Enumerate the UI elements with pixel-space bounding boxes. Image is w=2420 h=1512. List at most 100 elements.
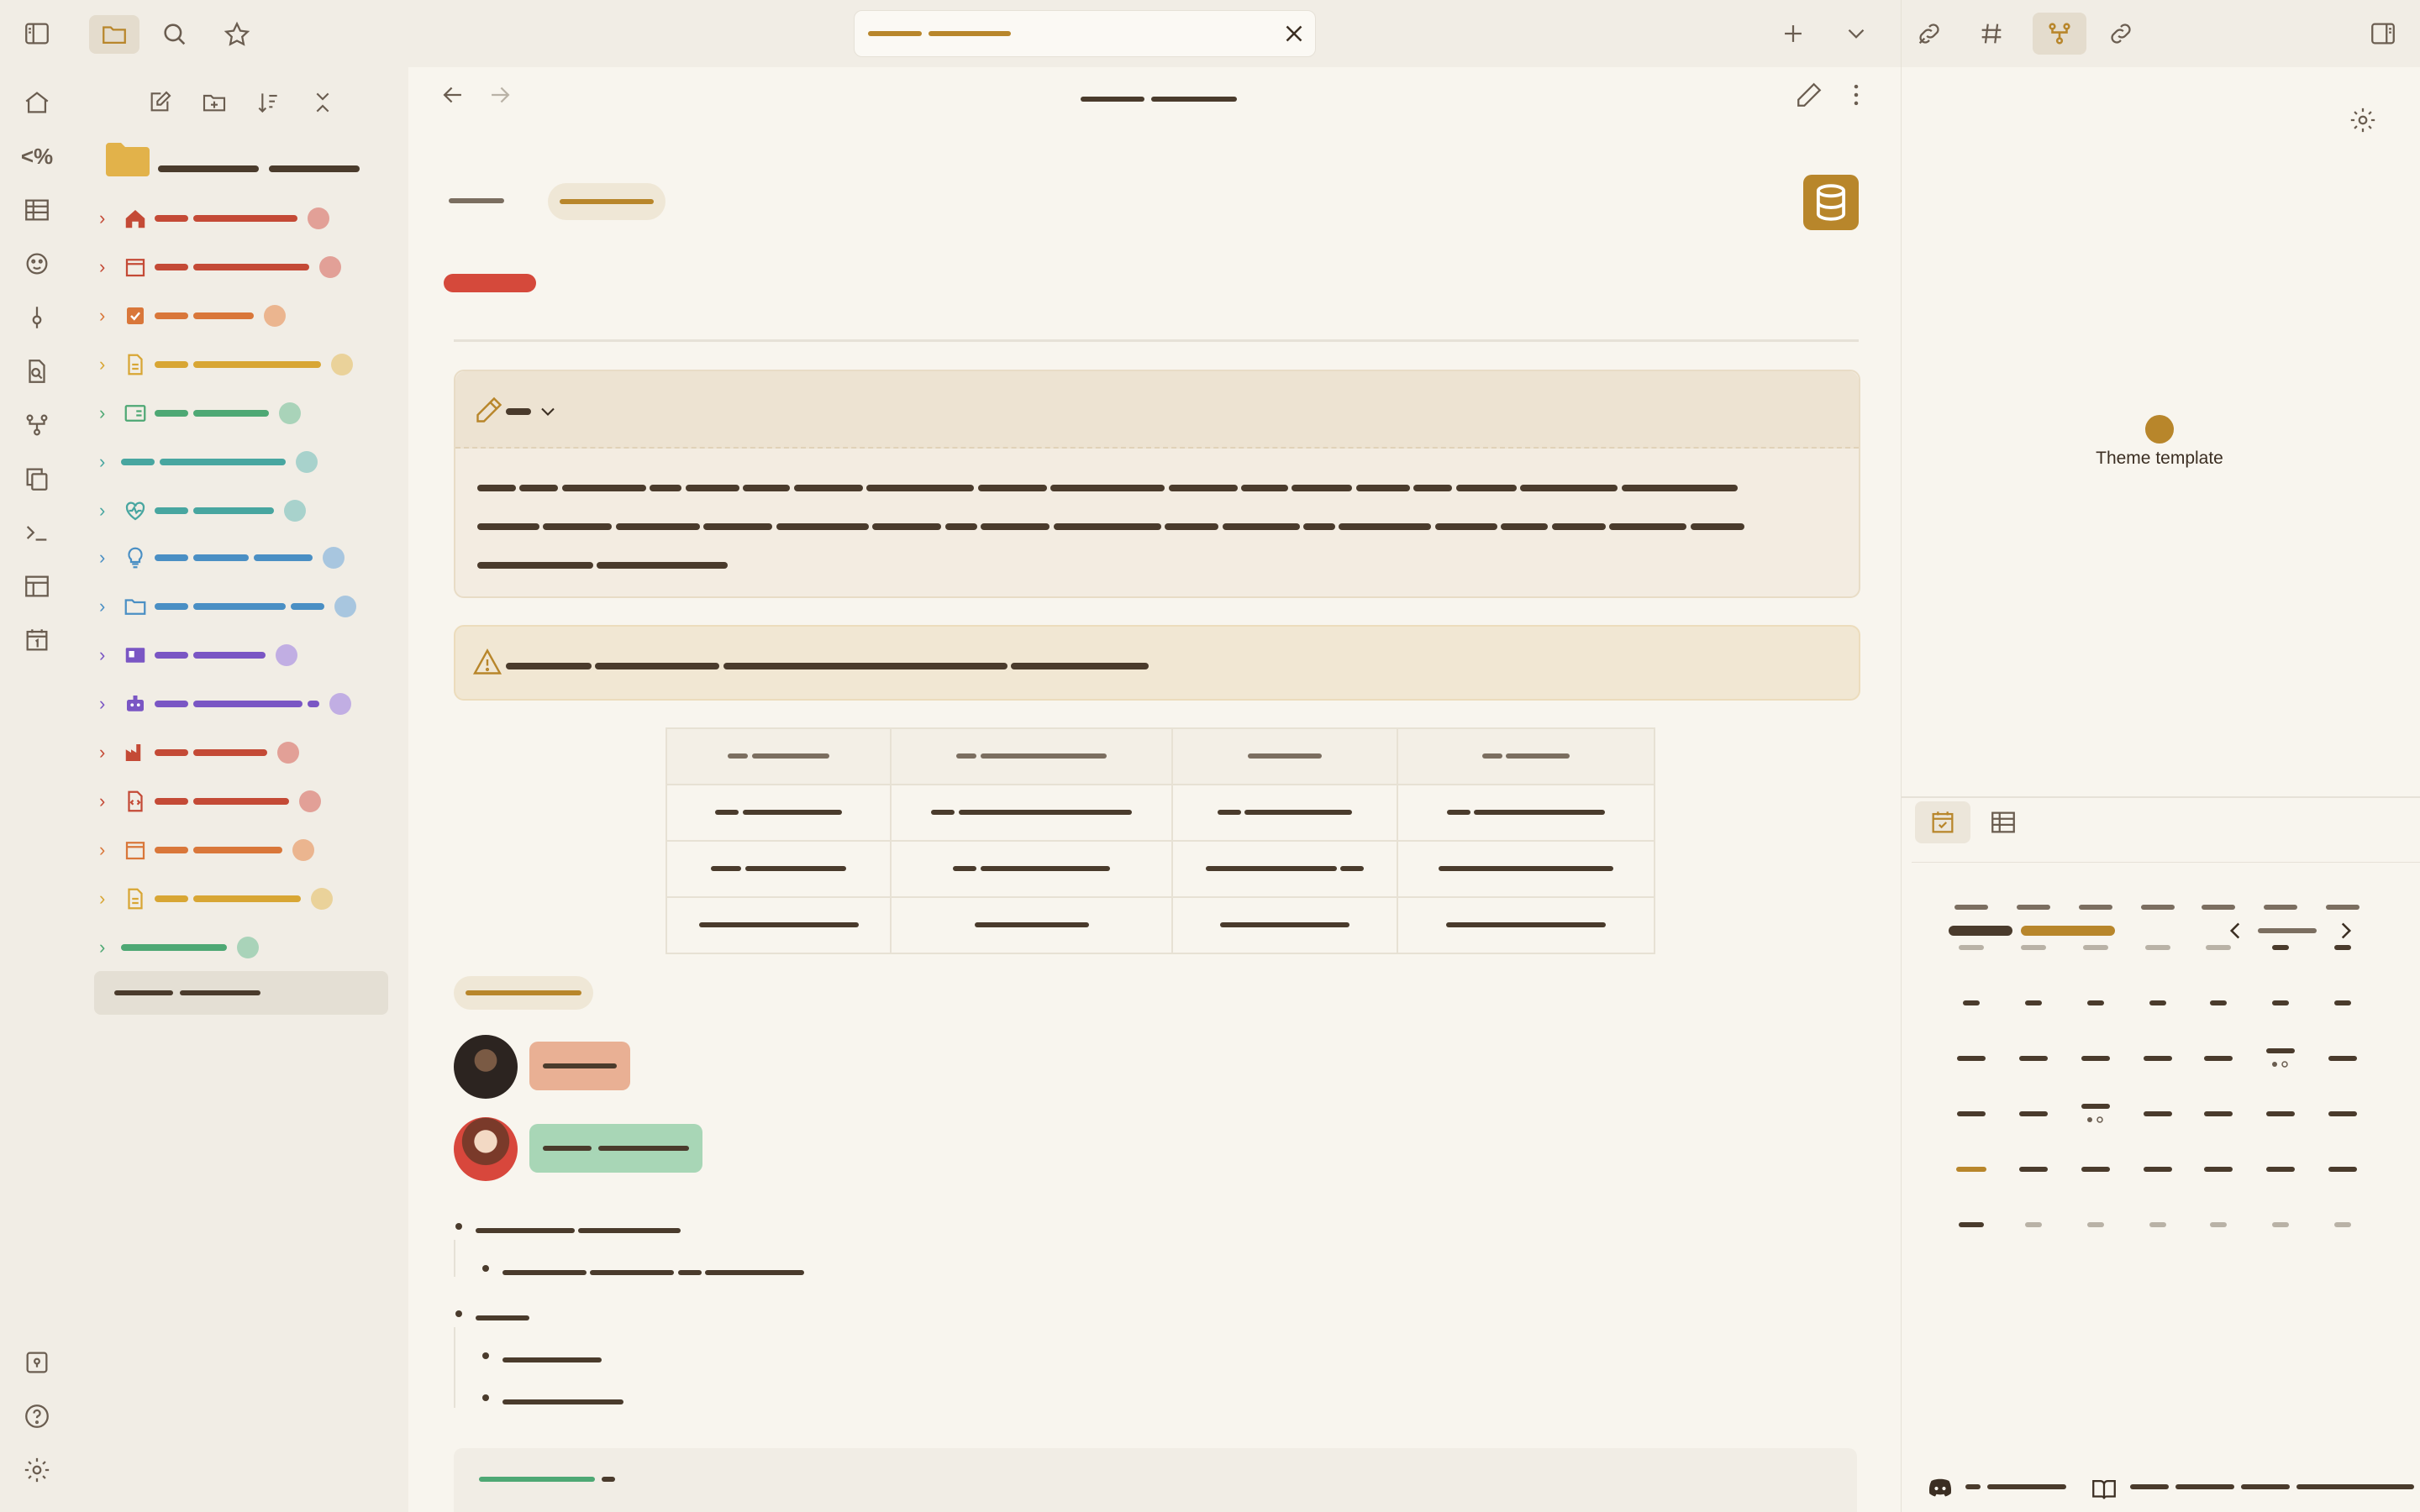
chevron-right-icon[interactable]: › (99, 888, 121, 910)
calendar-day[interactable] (2189, 1042, 2248, 1075)
calendar-day[interactable] (2251, 931, 2310, 964)
more-options-icon[interactable] (1835, 74, 1877, 116)
table-cell[interactable] (1171, 840, 1398, 898)
home-icon[interactable] (20, 86, 54, 119)
table-cell[interactable] (1171, 896, 1398, 954)
sort-icon[interactable] (250, 84, 287, 121)
chevron-right-icon[interactable]: › (99, 790, 121, 812)
tree-item-code[interactable]: › (99, 780, 402, 823)
back-arrow-icon[interactable] (432, 74, 474, 116)
vault-icon[interactable] (20, 1346, 54, 1379)
tag-icon[interactable] (20, 301, 54, 334)
search-icon[interactable] (150, 15, 200, 54)
vault-name[interactable] (158, 161, 360, 176)
calendar-day[interactable] (2189, 986, 2248, 1020)
calendar-day[interactable] (2066, 1208, 2125, 1242)
chevron-right-icon[interactable]: › (99, 402, 121, 424)
table-cell[interactable] (1396, 784, 1656, 842)
edit-pencil-icon[interactable] (1788, 74, 1830, 116)
tree-item-green[interactable]: › (99, 926, 402, 969)
right-sidebar-toggle-icon[interactable] (2362, 13, 2404, 55)
chevron-right-icon[interactable]: › (99, 596, 121, 617)
table-header-cell[interactable] (890, 727, 1174, 785)
calendar-day[interactable] (2251, 1042, 2310, 1075)
calendar-day[interactable] (2313, 986, 2372, 1020)
table-cell[interactable] (1396, 840, 1656, 898)
calendar-day[interactable] (2004, 931, 2063, 964)
chevron-right-icon[interactable]: › (99, 644, 121, 666)
calendar-day[interactable] (2189, 1152, 2248, 1186)
table-cell[interactable] (665, 784, 892, 842)
book-icon[interactable] (2090, 1475, 2118, 1504)
table-cell[interactable] (1396, 896, 1656, 954)
calendar-day[interactable] (1942, 1152, 2001, 1186)
graph-icon[interactable] (2033, 13, 2086, 55)
calendar-day[interactable] (2128, 1152, 2187, 1186)
outgoing-links-icon[interactable] (2100, 13, 2142, 55)
calendar-day[interactable] (2128, 1097, 2187, 1131)
table-cell[interactable] (665, 896, 892, 954)
active-tab[interactable] (854, 10, 1316, 57)
calendar-day[interactable] (2128, 1042, 2187, 1075)
calendar-day[interactable] (2313, 1208, 2372, 1242)
table-cell[interactable] (890, 896, 1174, 954)
tree-item-calendar-2[interactable]: › (99, 828, 402, 872)
calendar-day[interactable] (2128, 1208, 2187, 1242)
calendar-day[interactable] (2066, 1152, 2125, 1186)
person-chip[interactable] (529, 1042, 630, 1090)
graph-icon[interactable] (20, 408, 54, 442)
templater-icon[interactable]: <% (20, 139, 54, 173)
graph-settings-icon[interactable] (2342, 99, 2384, 141)
calendar-day[interactable] (2251, 1152, 2310, 1186)
calendar-day[interactable] (2066, 1042, 2125, 1075)
table-cell[interactable] (1171, 784, 1398, 842)
layout-icon[interactable] (20, 570, 54, 603)
new-tab-icon[interactable] (1772, 13, 1814, 55)
calendar-day[interactable] (2004, 1042, 2063, 1075)
calendar-day[interactable] (2128, 986, 2187, 1020)
tree-item-people[interactable]: › (99, 633, 402, 677)
chevron-right-icon[interactable]: › (99, 742, 121, 764)
property-pill[interactable] (548, 183, 666, 220)
tree-item-factory[interactable]: › (99, 731, 402, 774)
search-file-icon[interactable] (20, 354, 54, 388)
terminal-icon[interactable] (20, 516, 54, 549)
calendar-day[interactable] (1942, 931, 2001, 964)
tree-item-docs[interactable]: › (99, 877, 402, 921)
star-icon[interactable] (212, 15, 262, 54)
callout-note[interactable] (454, 370, 1860, 598)
calendar-day[interactable] (2004, 986, 2063, 1020)
table-icon[interactable] (20, 193, 54, 227)
calendar-day[interactable] (2004, 1152, 2063, 1186)
folder-icon[interactable] (89, 15, 139, 54)
sidebar-toggle-icon[interactable] (20, 17, 54, 50)
tree-item-tasks[interactable]: › (99, 294, 402, 338)
calendar-day[interactable] (2128, 931, 2187, 964)
backlinks-icon[interactable] (1908, 13, 1950, 55)
tree-item-selected-file[interactable] (94, 971, 388, 1015)
calendar-day[interactable] (2189, 931, 2248, 964)
calendar-day[interactable] (2004, 1208, 2063, 1242)
chevron-right-icon[interactable]: › (99, 839, 121, 861)
person-chip[interactable] (529, 1124, 702, 1173)
table-header-cell[interactable] (665, 727, 892, 785)
tree-item-notes[interactable]: › (99, 343, 402, 386)
calendar-day[interactable] (2313, 931, 2372, 964)
calendar-day[interactable] (2251, 1097, 2310, 1131)
calendar-day[interactable] (2313, 1097, 2372, 1131)
chevron-right-icon[interactable]: › (99, 500, 121, 522)
calendar-day[interactable] (2066, 931, 2125, 964)
table-header-cell[interactable] (1396, 727, 1656, 785)
tree-item-teal[interactable]: › (99, 440, 402, 484)
settings-icon[interactable] (20, 1453, 54, 1487)
chevron-right-icon[interactable]: › (99, 547, 121, 569)
calendar-day[interactable] (2004, 1097, 2063, 1131)
calendar-day[interactable] (2313, 1152, 2372, 1186)
new-folder-icon[interactable] (196, 84, 233, 121)
chevron-down-icon[interactable] (536, 400, 560, 423)
chevron-right-icon[interactable]: › (99, 354, 121, 375)
calendar-check-icon[interactable] (1915, 801, 1970, 843)
tree-item-home[interactable]: › (99, 197, 402, 240)
tree-item-health[interactable]: › (99, 489, 402, 533)
graph-node[interactable] (2145, 415, 2174, 444)
